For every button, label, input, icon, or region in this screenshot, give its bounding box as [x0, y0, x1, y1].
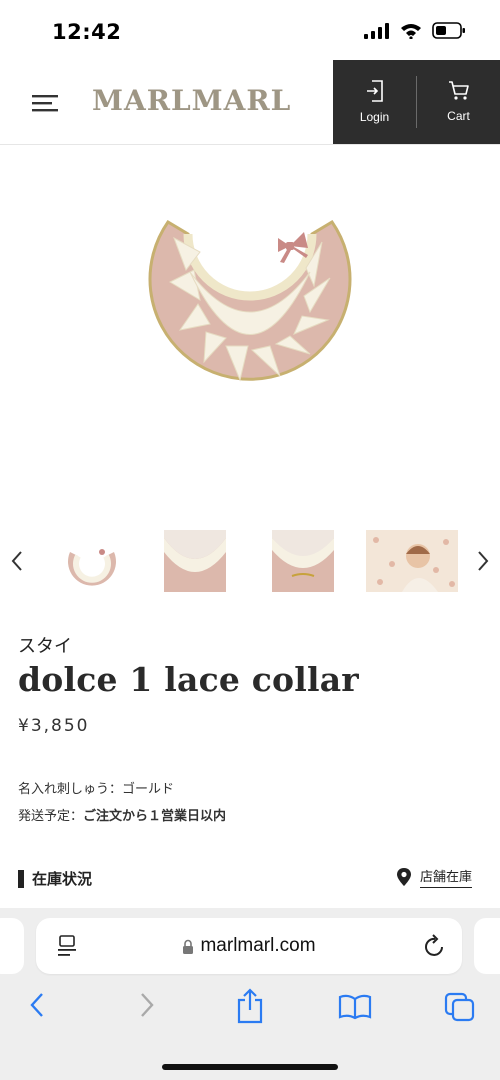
- shipping-info: 発送予定：ご注文から１営業日以内: [18, 805, 226, 824]
- address-bar[interactable]: marlmarl.com: [36, 918, 462, 974]
- header-actions: Login Cart: [333, 60, 500, 144]
- signal-icon: [364, 22, 389, 39]
- back-button[interactable]: [28, 990, 48, 1024]
- chevron-right-icon: [478, 551, 489, 571]
- reload-button[interactable]: [424, 934, 446, 962]
- stock-section-heading: 在庫状況: [18, 868, 92, 889]
- login-button[interactable]: Login: [333, 60, 416, 144]
- store-stock-link[interactable]: 店舗在庫: [396, 866, 473, 888]
- previous-tab-peek[interactable]: [0, 918, 24, 974]
- share-icon: [237, 988, 263, 1024]
- lace-collar-image: [148, 219, 352, 382]
- status-icons: [364, 22, 466, 39]
- baby-photo-thumb: [366, 530, 458, 592]
- product-category: スタイ: [18, 636, 72, 657]
- shopping-cart-icon: [448, 81, 469, 100]
- product-main-image[interactable]: [140, 212, 360, 404]
- thumbnail-4[interactable]: [366, 530, 458, 592]
- heading-accent-bar: [18, 869, 24, 888]
- collar-thumb-1: [62, 530, 124, 592]
- product-title: dolce 1 lace collar: [18, 660, 359, 699]
- login-door-icon: [366, 80, 383, 102]
- collar-thumb-3: [272, 530, 334, 592]
- site-header: MARLMARL Login Cart: [0, 60, 500, 145]
- chevron-left-icon: [30, 993, 43, 1017]
- home-indicator: [162, 1064, 338, 1070]
- embroidery-option: 名入れ刺しゅう：ゴールド: [18, 782, 175, 797]
- bookmarks-button[interactable]: [338, 994, 372, 1024]
- product-price: ¥3,850: [18, 716, 90, 736]
- cart-label: Cart: [447, 109, 470, 123]
- tabs-button[interactable]: [444, 992, 476, 1026]
- menu-button[interactable]: [32, 93, 58, 113]
- collar-thumb-2: [164, 530, 226, 592]
- next-tab-peek[interactable]: [474, 918, 500, 974]
- status-time: 12:42: [52, 20, 122, 44]
- thumbnail-carousel: [0, 520, 500, 600]
- url-display: marlmarl.com: [36, 918, 462, 974]
- thumbnail-2[interactable]: [164, 530, 226, 592]
- site-logo[interactable]: MARLMARL: [92, 84, 291, 117]
- book-icon: [338, 994, 372, 1020]
- shipping-label: 発送予定：: [18, 809, 84, 824]
- status-bar: 12:42: [0, 0, 500, 60]
- store-stock-label: 店舗在庫: [420, 866, 473, 888]
- thumb-next-button[interactable]: [472, 548, 492, 574]
- thumbnail-1[interactable]: [62, 530, 124, 592]
- wifi-icon: [401, 23, 421, 39]
- reload-icon: [425, 934, 443, 956]
- lock-icon: [183, 939, 194, 954]
- stock-heading-label: 在庫状況: [32, 870, 93, 888]
- chevron-right-icon: [141, 993, 154, 1017]
- hamburger-menu-icon: [32, 95, 58, 112]
- battery-icon: [432, 22, 465, 39]
- login-label: Login: [359, 110, 390, 124]
- chevron-left-icon: [11, 551, 22, 571]
- thumbnail-3[interactable]: [272, 530, 334, 592]
- forward-button[interactable]: [136, 990, 156, 1024]
- url-text: marlmarl.com: [200, 935, 316, 956]
- cart-button[interactable]: Cart: [417, 60, 500, 144]
- map-pin-icon: [397, 868, 411, 886]
- share-button[interactable]: [236, 988, 264, 1028]
- thumb-prev-button[interactable]: [8, 548, 28, 574]
- shipping-value: ご注文から１営業日以内: [83, 809, 227, 824]
- tabs-icon: [444, 992, 475, 1022]
